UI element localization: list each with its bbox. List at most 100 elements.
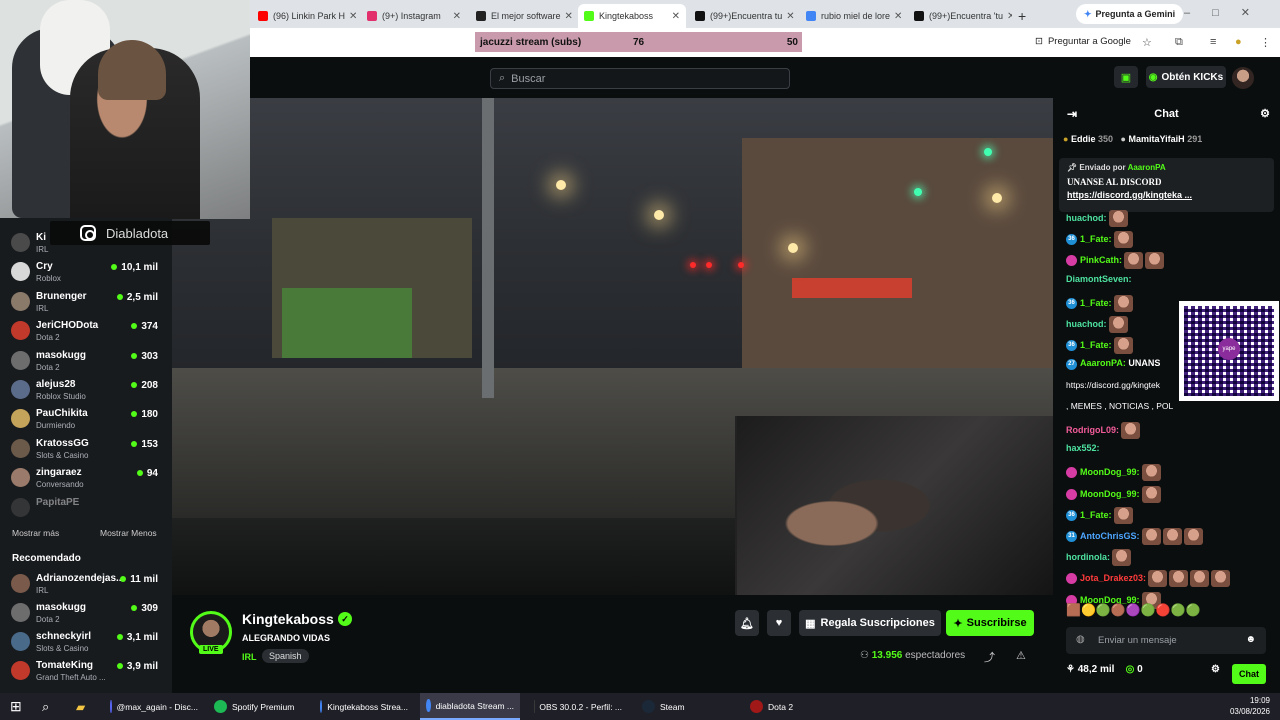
browser-tab[interactable]: (99+)Encuentra tu ✕ bbox=[689, 4, 797, 28]
reading-list-icon[interactable]: ≡ bbox=[1210, 36, 1216, 48]
chat-message[interactable]: , MEMES , NOTICIAS , POL bbox=[1066, 401, 1173, 411]
emoji-icon[interactable]: ☻ bbox=[1245, 634, 1256, 645]
get-kicks-button[interactable]: ◉ Obtén KICKs bbox=[1146, 66, 1226, 88]
emote-icon[interactable]: 🟤 bbox=[1111, 603, 1126, 617]
subscribe-button[interactable]: ✦ Suscribirse bbox=[946, 610, 1034, 636]
windows-start-icon[interactable]: ⊞ bbox=[4, 693, 30, 720]
chat-message-input[interactable]: ◍ Enviar un mensaje ☻ bbox=[1066, 627, 1266, 654]
emote-icon[interactable]: 🟡 bbox=[1081, 603, 1096, 617]
chat-message[interactable]: RodrigoL09: bbox=[1066, 422, 1140, 439]
close-tab-icon[interactable]: ✕ bbox=[561, 11, 573, 22]
chat-username[interactable]: AntoChrisGS: bbox=[1080, 531, 1140, 541]
chat-username[interactable]: 1_Fate: bbox=[1080, 340, 1112, 350]
chat-username[interactable]: hax552: bbox=[1066, 443, 1100, 453]
sidebar-channel-item[interactable]: Brunenger IRL 2,5 mil bbox=[0, 288, 172, 317]
emote-icon[interactable]: 🔴 bbox=[1156, 603, 1171, 617]
close-tab-icon[interactable]: ✕ bbox=[1003, 11, 1012, 22]
chat-username[interactable]: MoonDog_99: bbox=[1080, 467, 1140, 477]
search-icon[interactable]: ⌕ bbox=[36, 693, 62, 720]
taskbar-app[interactable]: diabladota Stream ... bbox=[420, 693, 520, 720]
close-tab-icon[interactable]: ✕ bbox=[782, 11, 794, 22]
chat-message[interactable]: 36 1_Fate: bbox=[1066, 294, 1133, 312]
browser-tab[interactable]: El mejor software ✕ bbox=[470, 4, 576, 28]
chat-username[interactable]: DiamontSeven: bbox=[1066, 274, 1132, 284]
close-tab-icon[interactable]: ✕ bbox=[890, 11, 902, 22]
chat-message[interactable]: https://discord.gg/kingtek bbox=[1066, 380, 1160, 390]
chat-message[interactable]: Jota_Drakez03: bbox=[1066, 570, 1231, 588]
stream-category[interactable]: IRL bbox=[242, 652, 257, 662]
show-less-button[interactable]: Mostrar Menos bbox=[100, 528, 157, 538]
chat-username[interactable]: PinkCath: bbox=[1080, 255, 1122, 265]
chat-message[interactable]: 36 1_Fate: bbox=[1066, 337, 1133, 355]
chat-send-button[interactable]: Chat bbox=[1232, 664, 1266, 684]
browser-tab[interactable]: (96) Linkin Park H ✕ bbox=[252, 4, 358, 28]
share-icon[interactable]: ⤴ bbox=[984, 649, 995, 665]
emote-icon[interactable]: 🟢 bbox=[1141, 603, 1156, 617]
sidebar-channel-item[interactable]: PapitaPE bbox=[0, 494, 172, 523]
video-player[interactable] bbox=[172, 98, 1053, 595]
sidebar-channel-item[interactable]: masokugg Dota 2 309 bbox=[0, 599, 172, 628]
sidebar-channel-item[interactable]: Adrianozendejas... IRL 11 mil bbox=[0, 570, 172, 599]
chat-username[interactable]: 1_Fate: bbox=[1080, 298, 1112, 308]
extensions-icon[interactable]: ⧉ bbox=[1175, 36, 1183, 49]
follow-heart-button[interactable]: ♥ bbox=[767, 610, 791, 636]
chat-message[interactable]: 36 1_Fate: bbox=[1066, 231, 1133, 249]
chat-message[interactable]: PinkCath: bbox=[1066, 252, 1165, 270]
close-tab-icon[interactable]: ✕ bbox=[345, 11, 357, 22]
emote-bar[interactable]: 🟫🟡🟢🟤🟣🟢🔴🟢🟢 bbox=[1066, 603, 1201, 617]
emote-icon[interactable]: 🟢 bbox=[1096, 603, 1111, 617]
browser-tab[interactable]: (99+)Encuentra 'tu ✕ bbox=[908, 4, 1012, 28]
ask-google-button[interactable]: ⊡ Preguntar a Google bbox=[1035, 36, 1131, 47]
gemini-button[interactable]: ✦ Pregunta a Gemini bbox=[1076, 4, 1184, 24]
close-tab-icon[interactable]: ✕ bbox=[449, 11, 461, 22]
sidebar-channel-item[interactable]: TomateKing Grand Theft Auto ... 3,9 mil bbox=[0, 657, 172, 686]
chat-message[interactable]: 27 AaaronPA: UNANS bbox=[1066, 358, 1160, 370]
search-input[interactable]: ⌕ Buscar bbox=[490, 68, 790, 89]
bookmark-star-icon[interactable]: ☆ bbox=[1142, 36, 1152, 49]
file-explorer-icon[interactable]: ▰ bbox=[70, 693, 96, 720]
channel-name[interactable]: Kingtekaboss bbox=[242, 611, 334, 627]
sidebar-channel-item[interactable]: PauChikita Durmiendo 180 bbox=[0, 405, 172, 434]
report-icon[interactable]: ⚠ bbox=[1016, 649, 1026, 662]
gifter-name[interactable]: Eddie bbox=[1071, 134, 1096, 144]
notification-bell-button[interactable]: 🔔︎ bbox=[735, 610, 759, 636]
taskbar-app[interactable]: OBS 30.0.2 - Perfil: ... bbox=[528, 693, 628, 720]
chat-username[interactable]: RodrigoL09: bbox=[1066, 425, 1119, 435]
tv-icon[interactable]: ▣ bbox=[1114, 66, 1138, 88]
chat-message[interactable]: DiamontSeven: bbox=[1066, 274, 1132, 284]
window-controls[interactable]: –□✕ bbox=[1184, 6, 1272, 19]
sidebar-channel-item[interactable]: Cry Roblox 10,1 mil bbox=[0, 258, 172, 287]
gifter-name[interactable]: MamitaYifaiH bbox=[1128, 134, 1184, 144]
pinned-link[interactable]: https://discord.gg/kingteka bbox=[1067, 190, 1182, 200]
chat-username[interactable]: 1_Fate: bbox=[1080, 234, 1112, 244]
sidebar-channel-item[interactable]: alejus28 Roblox Studio 208 bbox=[0, 376, 172, 405]
chat-username[interactable]: MoonDog_99: bbox=[1080, 488, 1140, 498]
show-more-button[interactable]: Mostrar más bbox=[12, 528, 59, 538]
emote-icon[interactable]: 🟢 bbox=[1171, 603, 1186, 617]
sidebar-channel-item[interactable]: schneckyirl Slots & Casino 3,1 mil bbox=[0, 628, 172, 657]
chat-username[interactable]: 1_Fate: bbox=[1080, 510, 1112, 520]
chat-username[interactable]: huachod: bbox=[1066, 213, 1107, 223]
taskbar-app[interactable]: Spotify Premium bbox=[208, 693, 308, 720]
user-avatar[interactable] bbox=[1232, 67, 1254, 89]
chat-username[interactable]: Jota_Drakez03: bbox=[1080, 573, 1146, 583]
gift-subs-button[interactable]: ▦ Regala Suscripciones bbox=[799, 610, 941, 636]
taskbar-app[interactable]: Kingtekaboss Strea... bbox=[314, 693, 414, 720]
chat-username[interactable]: hordinola: bbox=[1066, 552, 1110, 562]
chat-message[interactable]: huachod: bbox=[1066, 210, 1128, 227]
collapse-chat-icon[interactable]: ⇥ bbox=[1067, 98, 1077, 130]
chat-message[interactable]: MoonDog_99: bbox=[1066, 464, 1161, 482]
taskbar-app[interactable]: Dota 2 bbox=[744, 693, 844, 720]
close-tab-icon[interactable]: ✕ bbox=[668, 11, 680, 22]
taskbar-app[interactable]: Steam bbox=[636, 693, 736, 720]
new-tab-button[interactable]: + bbox=[1012, 4, 1032, 28]
chat-badge-icon[interactable]: ◍ bbox=[1076, 634, 1085, 645]
pinned-by-user[interactable]: AaaronPA bbox=[1128, 163, 1166, 172]
emote-icon[interactable]: 🟣 bbox=[1126, 603, 1141, 617]
kicks-count[interactable]: 48,2 mil bbox=[1078, 664, 1115, 675]
browser-tab[interactable]: (9+) Instagram ✕ bbox=[361, 4, 467, 28]
system-clock[interactable]: 19:09 03/08/2026 bbox=[1230, 695, 1270, 717]
sidebar-channel-item[interactable]: JeriCHODota Dota 2 374 bbox=[0, 317, 172, 346]
browser-tab[interactable]: rubio miel de lore ✕ bbox=[800, 4, 906, 28]
sidebar-channel-item[interactable]: masokugg Dota 2 303 bbox=[0, 347, 172, 376]
